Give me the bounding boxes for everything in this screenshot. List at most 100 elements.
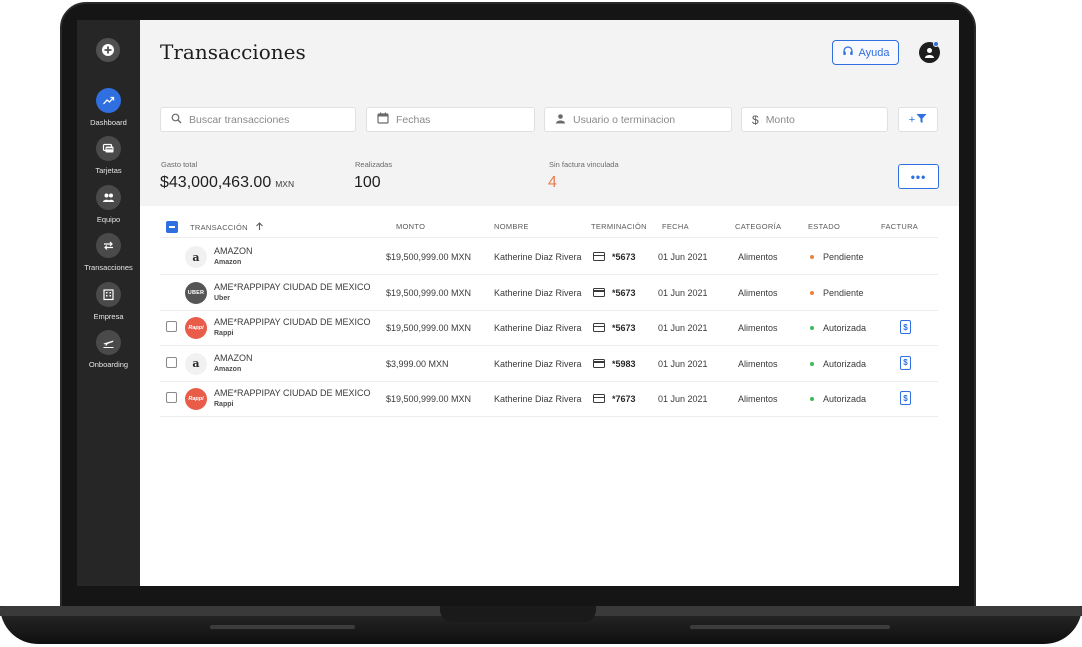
- credit-card-icon: [593, 252, 605, 261]
- search-placeholder: Buscar transacciones: [189, 113, 290, 126]
- category-cell: Alimentos: [738, 394, 778, 404]
- building-icon: [96, 282, 121, 307]
- name-cell: Katherine Diaz Rivera: [494, 323, 582, 333]
- merchant-name: AME*RAPPIPAY CIUDAD DE MEXICO: [214, 281, 371, 292]
- column-header-transaction[interactable]: TRANSACCIÓN: [190, 222, 264, 232]
- sidebar-item-label: Equipo: [96, 215, 121, 224]
- sort-arrow-up-icon[interactable]: [255, 222, 264, 232]
- amount-cell: $3,999.00 MXN: [386, 358, 449, 369]
- amazon-logo-icon: a: [185, 352, 207, 375]
- sidebar-item-empresa[interactable]: Empresa: [77, 282, 140, 321]
- date-cell: 01 Jun 2021: [658, 394, 708, 404]
- status-cell: Autorizada: [823, 394, 867, 404]
- sidebar-item-equipo[interactable]: Equipo: [77, 185, 140, 224]
- table-row[interactable]: Rappi AME*RAPPIPAY CIUDAD DE MEXICO Rappi $…: [160, 310, 938, 346]
- funnel-icon: [916, 113, 927, 127]
- merchant-name: AME*RAPPIPAY CIUDAD DE MEXICO: [214, 388, 371, 398]
- status-cell: Pendiente: [823, 287, 864, 298]
- amount-cell: $19,500,999.00 MXN: [386, 394, 472, 404]
- app-logo-icon[interactable]: [96, 38, 120, 62]
- merchant-brand: Uber: [214, 294, 230, 302]
- merchant-name: AMAZON: [214, 352, 253, 363]
- date-cell: 01 Jun 2021: [658, 252, 708, 262]
- amount-cell: $19,500,999.00 MXN: [386, 287, 472, 298]
- merchant-name: AME*RAPPIPAY CIUDAD DE MEXICO: [214, 317, 371, 327]
- more-options-button[interactable]: •••: [898, 164, 939, 189]
- search-input[interactable]: Buscar transacciones: [160, 107, 356, 132]
- invoice-document-icon[interactable]: $: [900, 355, 911, 370]
- row-checkbox[interactable]: [166, 321, 177, 332]
- sidebar-item-label: Onboarding: [88, 360, 129, 369]
- credit-card-icon: [593, 323, 605, 332]
- merchant-brand: Rappi: [214, 330, 234, 337]
- invoice-document-icon[interactable]: $: [900, 391, 911, 405]
- column-header-invoice[interactable]: FACTURA: [881, 222, 918, 231]
- row-checkbox[interactable]: [166, 356, 177, 368]
- category-cell: Alimentos: [738, 358, 778, 369]
- column-header-date[interactable]: FECHA: [662, 222, 689, 231]
- sidebar-item-label: Dashboard: [90, 118, 127, 127]
- trend-up-icon: [96, 88, 121, 113]
- team-icon: [96, 185, 121, 210]
- termination-cell: *5673: [612, 252, 636, 262]
- column-header-name[interactable]: NOMBRE: [494, 222, 529, 231]
- dates-input[interactable]: Fechas: [366, 107, 535, 132]
- name-cell: Katherine Diaz Rivera: [494, 252, 582, 262]
- no-invoice-label: Sin factura vinculada: [549, 160, 619, 169]
- header: Transacciones Ayuda: [140, 20, 959, 83]
- filters-panel: Buscar transacciones Fechas Usuario o te…: [140, 83, 959, 206]
- sidebar-item-label: Empresa: [93, 312, 124, 321]
- termination-cell: *5983: [612, 358, 636, 369]
- name-cell: Katherine Diaz Rivera: [494, 394, 582, 404]
- credit-card-icon: [593, 287, 605, 297]
- name-cell: Katherine Diaz Rivera: [494, 358, 582, 369]
- total-spend-value: $43,000,463.00 MXN: [160, 174, 294, 192]
- table-row[interactable]: a AMAZON Amazon $19,500,999.00 MXN Katherine…: [160, 239, 938, 275]
- credit-card-icon: [593, 394, 605, 403]
- status-cell: Pendiente: [823, 252, 864, 262]
- column-header-status[interactable]: ESTADO: [808, 222, 840, 231]
- status-dot: [810, 397, 814, 401]
- date-cell: 01 Jun 2021: [658, 358, 708, 369]
- column-header-category[interactable]: CATEGORÍA: [735, 222, 781, 231]
- merchant-name: AMAZON: [214, 246, 253, 256]
- select-all-checkbox[interactable]: [166, 221, 178, 233]
- add-filter-button[interactable]: +: [898, 107, 938, 132]
- invoice-document-icon[interactable]: $: [900, 320, 911, 334]
- laptop-foot-left: [210, 625, 355, 629]
- total-spend-label: Gasto total: [161, 160, 198, 169]
- cards-icon: [96, 136, 121, 161]
- row-checkbox[interactable]: [166, 392, 177, 403]
- user-placeholder: Usuario o terminacion: [573, 113, 676, 126]
- status-dot: [810, 326, 814, 330]
- name-cell: Katherine Diaz Rivera: [494, 287, 582, 298]
- status-dot: [810, 255, 814, 259]
- sidebar-item-onboarding[interactable]: Onboarding: [77, 330, 140, 369]
- sidebar-item-tarjetas[interactable]: Tarjetas: [77, 136, 140, 175]
- main-content: Transacciones Ayuda Buscar transacciones: [140, 20, 959, 586]
- sidebar-item-dashboard[interactable]: Dashboard: [77, 88, 140, 127]
- category-cell: Alimentos: [738, 323, 778, 333]
- status-cell: Autorizada: [823, 358, 867, 369]
- amount-input[interactable]: $ Monto: [741, 107, 888, 132]
- completed-label: Realizadas: [355, 160, 393, 169]
- user-input[interactable]: Usuario o terminacion: [544, 107, 732, 132]
- column-header-termination[interactable]: TERMINACIÓN: [591, 222, 647, 231]
- completed-value: 100: [354, 174, 381, 191]
- calendar-icon: [377, 112, 389, 127]
- table-row[interactable]: a AMAZON Amazon $3,999.00 MXN Katherine Diaz…: [160, 346, 938, 382]
- termination-cell: *5673: [612, 287, 636, 298]
- sidebar-item-transacciones[interactable]: Transacciones: [77, 233, 140, 272]
- table-row[interactable]: Rappi AME*RAPPIPAY CIUDAD DE MEXICO Rappi $…: [160, 381, 938, 417]
- no-invoice-value: 4: [548, 174, 557, 191]
- column-header-amount[interactable]: MONTO: [396, 222, 425, 231]
- uber-logo-icon: UBER: [185, 281, 207, 304]
- termination-cell: *7673: [612, 394, 636, 404]
- table-row[interactable]: UBER AME*RAPPIPAY CIUDAD DE MEXICO Uber $19…: [160, 275, 938, 311]
- amount-placeholder: Monto: [765, 113, 795, 126]
- status-cell: Autorizada: [823, 323, 867, 333]
- help-button[interactable]: Ayuda: [832, 40, 899, 65]
- rappi-logo-icon: Rappi: [185, 388, 207, 410]
- search-icon: [171, 113, 182, 127]
- merchant-brand: Rappi: [214, 401, 234, 408]
